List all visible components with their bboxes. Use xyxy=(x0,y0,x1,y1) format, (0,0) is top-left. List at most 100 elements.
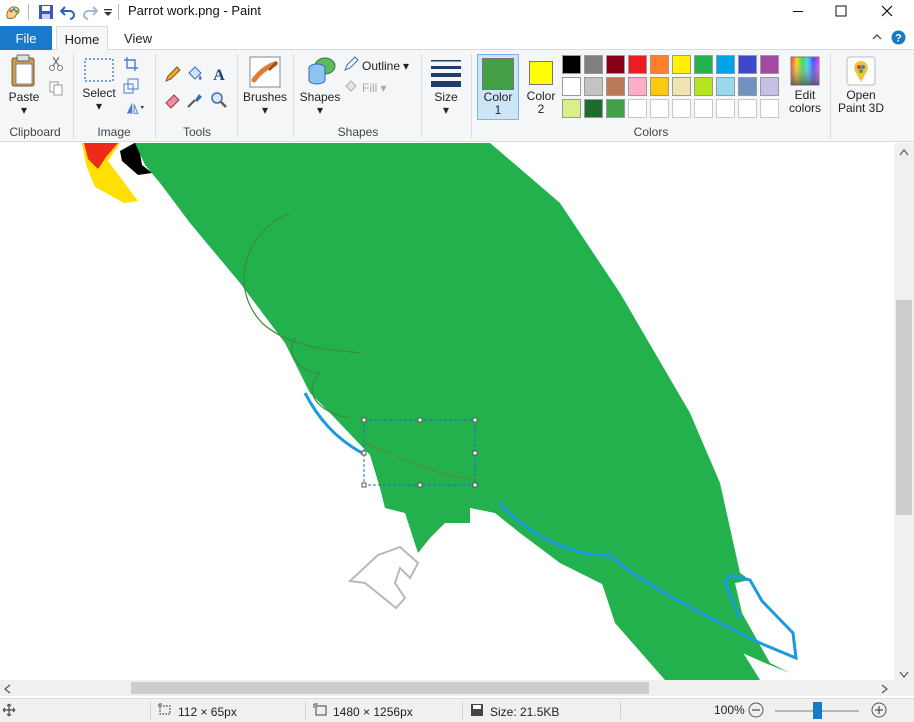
palette-swatch[interactable] xyxy=(650,77,669,96)
paste-button[interactable]: Paste ▾ xyxy=(4,54,44,117)
group-separator xyxy=(237,54,238,138)
color2-number: 2 xyxy=(537,102,545,116)
palette-swatch[interactable] xyxy=(716,99,735,118)
tab-file[interactable]: File xyxy=(0,26,52,50)
scroll-up-icon[interactable] xyxy=(899,145,909,159)
status-separator xyxy=(150,702,151,719)
magnifier-icon[interactable] xyxy=(209,90,229,110)
minimize-button[interactable] xyxy=(775,0,821,24)
palette-swatch[interactable] xyxy=(650,99,669,118)
palette-swatch[interactable] xyxy=(606,55,625,74)
zoom-in-button[interactable] xyxy=(871,702,887,721)
open-paint3d-button[interactable]: Open Paint 3D xyxy=(832,56,890,115)
palette-swatch[interactable] xyxy=(716,55,735,74)
eraser-icon[interactable] xyxy=(163,90,183,110)
disk-icon xyxy=(470,703,484,720)
window-title: Parrot work.png - Paint xyxy=(128,3,261,18)
text-tool-icon[interactable]: A xyxy=(209,64,229,84)
vertical-scrollbar[interactable] xyxy=(894,143,914,680)
close-icon xyxy=(881,5,893,20)
horizontal-scrollbar[interactable] xyxy=(0,680,894,696)
file-size-item: Size: 21.5KB xyxy=(470,703,559,720)
file-size-text: Size: 21.5KB xyxy=(490,704,560,719)
color-picker-icon[interactable] xyxy=(185,90,205,110)
fill-icon xyxy=(343,78,359,97)
palette-swatch[interactable] xyxy=(716,77,735,96)
title-bar: Parrot work.png - Paint xyxy=(0,0,914,24)
scroll-right-icon[interactable] xyxy=(881,683,889,697)
shapes-group: Shapes ▾ Outline ▾ Fill ▾ Shapes xyxy=(295,50,421,142)
group-separator xyxy=(155,54,156,138)
copy-icon[interactable] xyxy=(46,78,66,98)
palette-swatch[interactable] xyxy=(760,55,779,74)
close-button[interactable] xyxy=(864,0,910,24)
cut-icon[interactable] xyxy=(46,54,66,74)
zoom-level: 100% xyxy=(714,703,745,717)
palette-swatch[interactable] xyxy=(738,77,757,96)
palette-swatch[interactable] xyxy=(694,99,713,118)
scroll-left-icon[interactable] xyxy=(3,683,11,697)
palette-swatch[interactable] xyxy=(584,77,603,96)
crop-icon[interactable] xyxy=(121,54,141,74)
palette-swatch[interactable] xyxy=(672,99,691,118)
palette-swatch[interactable] xyxy=(760,99,779,118)
rotate-icon[interactable] xyxy=(125,98,145,118)
palette-swatch[interactable] xyxy=(562,77,581,96)
maximize-button[interactable] xyxy=(818,0,864,24)
outline-dropdown-icon: ▾ xyxy=(403,58,410,73)
pencil-icon[interactable] xyxy=(163,64,183,84)
palette-swatch[interactable] xyxy=(738,55,757,74)
color1-swatch xyxy=(482,58,514,90)
redo-icon[interactable] xyxy=(80,2,100,22)
shapes-button[interactable]: Shapes ▾ xyxy=(297,56,343,117)
brushes-icon xyxy=(249,56,281,91)
color2-button[interactable]: Color 2 xyxy=(521,54,561,120)
zoom-out-button[interactable] xyxy=(748,702,764,721)
select-button[interactable]: Select ▾ xyxy=(79,56,119,113)
palette-swatch[interactable] xyxy=(606,77,625,96)
palette-swatch[interactable] xyxy=(694,77,713,96)
palette-swatch[interactable] xyxy=(694,55,713,74)
edit-colors-button[interactable]: Edit colors xyxy=(783,56,827,115)
palette-swatch[interactable] xyxy=(584,55,603,74)
help-icon[interactable]: ? xyxy=(891,30,906,48)
shapes-group-label: Shapes xyxy=(337,125,379,139)
palette-swatch[interactable] xyxy=(760,77,779,96)
tab-home[interactable]: Home xyxy=(56,26,108,51)
horizontal-scroll-thumb[interactable] xyxy=(131,682,649,694)
palette-swatch[interactable] xyxy=(628,55,647,74)
paint3d-line2: Paint 3D xyxy=(837,101,885,115)
collapse-ribbon-icon[interactable] xyxy=(870,30,884,47)
customize-qat-icon[interactable] xyxy=(98,2,118,22)
palette-swatch[interactable] xyxy=(738,99,757,118)
cursor-position-icon xyxy=(2,703,16,717)
paint-app-icon[interactable] xyxy=(3,2,23,22)
palette-swatch[interactable] xyxy=(606,99,625,118)
color2-swatch xyxy=(529,61,553,85)
fill-bucket-icon[interactable] xyxy=(185,64,205,84)
palette-swatch[interactable] xyxy=(562,55,581,74)
outline-button[interactable]: Outline ▾ xyxy=(343,56,409,75)
fill-button[interactable]: Fill ▾ xyxy=(343,78,386,97)
vertical-scroll-thumb[interactable] xyxy=(896,300,912,515)
drawing-canvas[interactable] xyxy=(0,143,894,680)
resize-icon[interactable] xyxy=(121,76,141,96)
brushes-button[interactable]: Brushes ▾ xyxy=(241,56,289,117)
palette-swatch[interactable] xyxy=(672,77,691,96)
palette-swatch[interactable] xyxy=(650,55,669,74)
palette-swatch[interactable] xyxy=(562,99,581,118)
palette-swatch[interactable] xyxy=(628,77,647,96)
status-separator xyxy=(305,702,306,719)
palette-swatch[interactable] xyxy=(628,99,647,118)
svg-text:A: A xyxy=(213,67,225,83)
palette-swatch[interactable] xyxy=(584,99,603,118)
size-button[interactable]: Size ▾ xyxy=(425,56,467,117)
palette-swatch[interactable] xyxy=(672,55,691,74)
status-bar: 112 × 65px 1480 × 1256px Size: 21.5KB 10… xyxy=(0,698,914,722)
zoom-slider-thumb[interactable] xyxy=(813,702,822,719)
undo-icon[interactable] xyxy=(58,2,78,22)
save-icon[interactable] xyxy=(36,2,56,22)
color1-button[interactable]: Color 1 xyxy=(477,54,519,120)
tab-view[interactable]: View xyxy=(114,26,162,50)
shapes-dropdown-icon: ▾ xyxy=(316,103,324,117)
